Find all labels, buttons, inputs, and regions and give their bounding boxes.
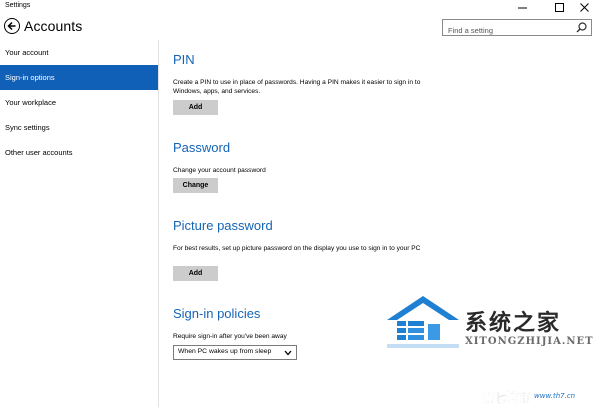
search-icon[interactable] — [576, 22, 587, 33]
watermark-chinese-text: 系统之家 — [465, 311, 562, 336]
sidebar-item-sign-in-options[interactable]: Sign-in options — [0, 65, 158, 90]
password-description: Change your account password — [173, 167, 266, 174]
watermark-bottom-chinese-text: 第七城市 — [482, 391, 531, 405]
window-title: Settings — [5, 2, 31, 9]
dropdown-selected-value: When PC wakes up from sleep — [178, 348, 272, 355]
page-title: Accounts — [24, 18, 83, 34]
maximize-icon — [554, 2, 564, 12]
back-arrow-icon — [7, 21, 16, 31]
chevron-down-icon — [284, 350, 292, 356]
pin-description: Create a PIN to use in place of password… — [173, 79, 421, 95]
maximize-button[interactable] — [547, 0, 571, 14]
sidebar-item-your-workplace[interactable]: Your workplace — [0, 90, 158, 115]
close-button[interactable] — [572, 0, 596, 14]
sidebar-item-sync-settings[interactable]: Sync settings — [0, 115, 158, 140]
picture-password-section-title: Picture password — [173, 218, 273, 233]
watermark-bottom: 第七城市 www.th7.cn — [482, 389, 594, 405]
close-icon — [579, 2, 589, 12]
back-button[interactable] — [4, 18, 20, 34]
search-input[interactable] — [443, 23, 563, 38]
page-header: Accounts — [0, 14, 596, 40]
minimize-button[interactable] — [510, 0, 534, 14]
add-picture-password-button[interactable]: Add — [173, 266, 218, 281]
sidebar-item-other-user-accounts[interactable]: Other user accounts — [0, 140, 158, 165]
watermark-logo: 系统之家 XITONGZHIJIA.NET — [383, 292, 593, 370]
watermark-english-text: XITONGZHIJIA.NET — [465, 336, 594, 347]
search-box[interactable] — [442, 19, 592, 38]
title-bar: Settings — [0, 0, 596, 14]
pin-section-title: PIN — [173, 52, 195, 67]
sidebar: Your account Sign-in options Your workpl… — [0, 40, 159, 407]
password-section-title: Password — [173, 140, 231, 155]
sidebar-item-your-account[interactable]: Your account — [0, 40, 158, 65]
house-logo-icon — [387, 296, 459, 348]
signin-policies-section-title: Sign-in policies — [173, 306, 261, 321]
picture-password-description: For best results, set up picture passwor… — [173, 245, 421, 252]
add-pin-button[interactable]: Add — [173, 100, 218, 115]
change-password-button[interactable]: Change — [173, 178, 218, 193]
watermark-bottom-url: www.th7.cn — [534, 392, 576, 400]
minimize-icon — [517, 7, 527, 8]
require-signin-dropdown[interactable]: When PC wakes up from sleep — [173, 345, 297, 360]
